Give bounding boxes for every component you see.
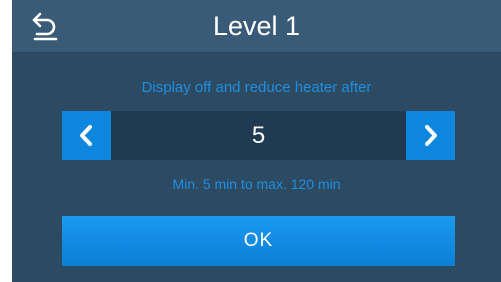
setting-prompt: Display off and reduce heater after xyxy=(141,79,372,96)
back-button[interactable] xyxy=(26,8,66,46)
ok-button[interactable]: OK xyxy=(62,216,455,266)
value-stepper: 5 xyxy=(62,111,455,160)
chevron-right-icon xyxy=(425,125,437,146)
increase-button[interactable] xyxy=(406,111,455,160)
range-hint: Min. 5 min to max. 120 min xyxy=(172,176,341,192)
chevron-left-icon xyxy=(80,125,92,146)
value-display: 5 xyxy=(251,122,266,149)
page-title: Level 1 xyxy=(212,11,301,41)
settings-screen: Level 1 Display off and reduce heater af… xyxy=(12,0,501,282)
back-arrow-icon xyxy=(32,12,58,41)
decrease-button[interactable] xyxy=(62,111,111,160)
header-bar: Level 1 xyxy=(12,0,501,54)
